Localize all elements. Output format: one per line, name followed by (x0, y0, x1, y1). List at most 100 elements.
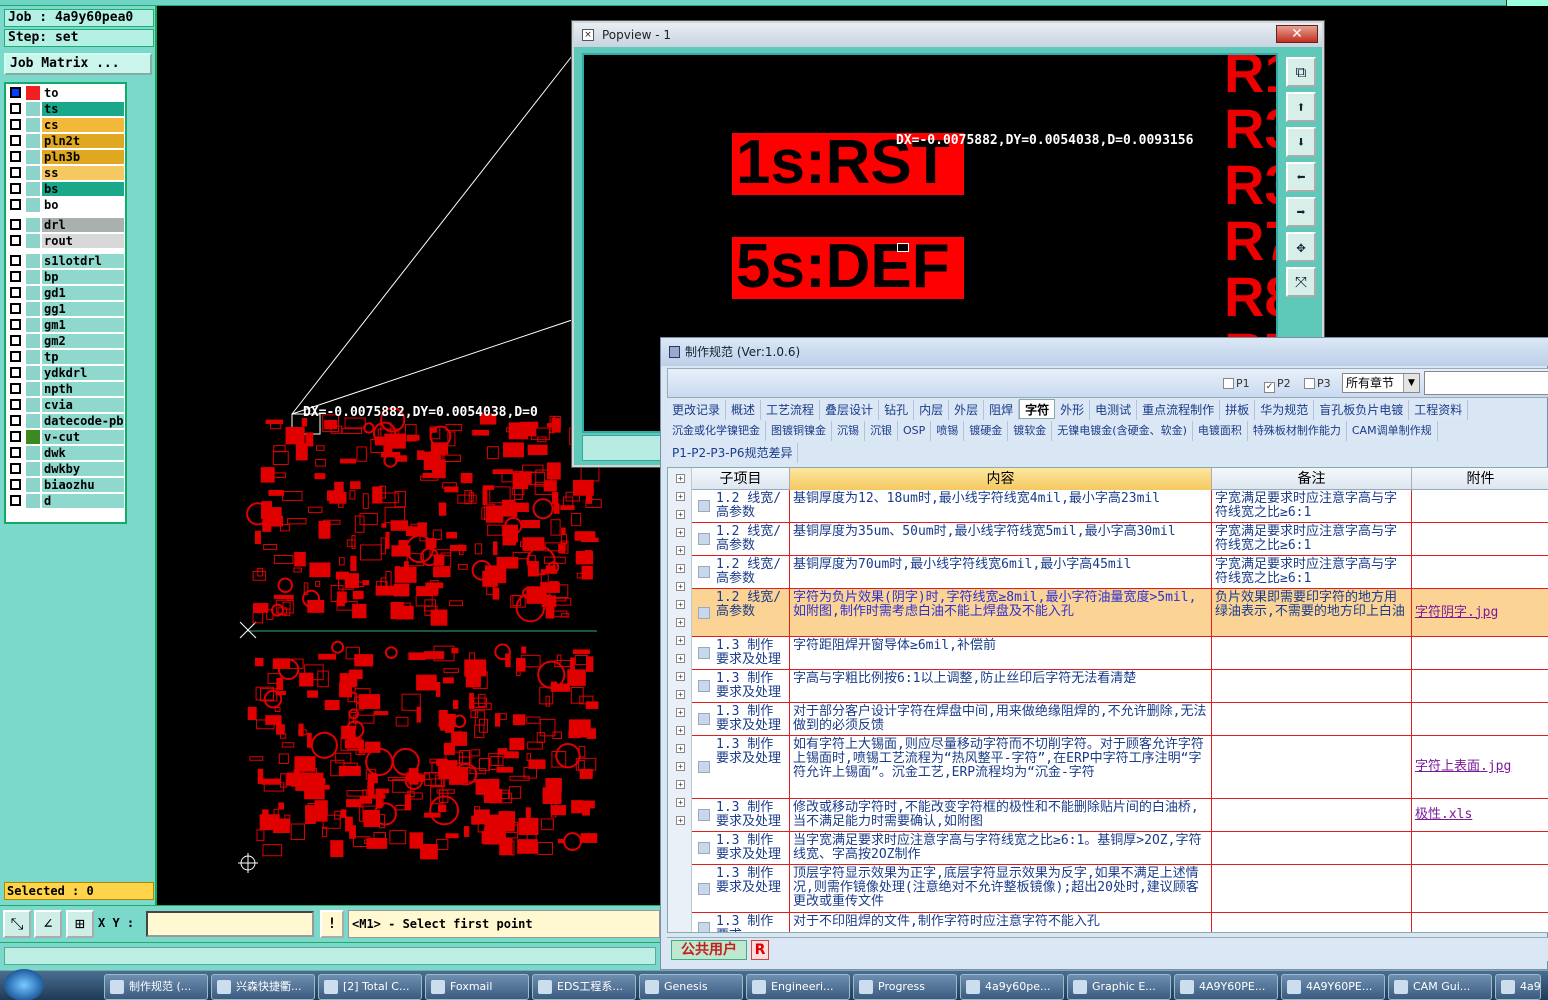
job-matrix-button[interactable]: Job Matrix ... (4, 53, 152, 75)
expand-icon[interactable]: + (676, 690, 685, 699)
tab-tabs_row2-0[interactable]: 沉金或化学镍钯金 (667, 421, 766, 441)
expand-icon[interactable]: + (676, 726, 685, 735)
taskbar-item[interactable]: 制作规范 (... (104, 974, 208, 1000)
p3-checkbox[interactable]: P3 (1304, 377, 1331, 390)
cell-attachment[interactable]: 极性.xls (1412, 799, 1548, 831)
tab-tabs_row1-1[interactable]: 概述 (726, 400, 762, 420)
layer-row[interactable]: v-cut (8, 430, 125, 444)
user-badge[interactable]: 公共用户 (671, 940, 747, 960)
tab-tabs_row1-10[interactable]: 电测试 (1090, 400, 1138, 420)
move-up-icon[interactable]: ⬆ (1286, 92, 1316, 122)
table-row[interactable]: 1.3 制作要求及处理 如有字符上大锡面,则应尽量移动字符而不切削字符。对于顾客允… (692, 736, 1548, 799)
close-icon[interactable]: ✕ (1276, 25, 1318, 43)
layer-row[interactable]: drl (8, 218, 125, 232)
tab-tabs_row2-11[interactable]: CAM调单制作规 (1346, 421, 1438, 441)
tab-tabs_row2-1[interactable]: 图镀铜镍金 (766, 421, 832, 441)
table-row[interactable]: 1.2 线宽/高参数 基铜厚度为70um时,最小线字符线宽6mil,最小字高45m… (692, 556, 1548, 589)
chapter-select[interactable]: 所有章节 ▼ (1342, 373, 1420, 393)
layer-checkbox[interactable] (10, 287, 21, 298)
expand-icon[interactable]: + (676, 762, 685, 771)
expand-icon[interactable]: + (676, 474, 685, 483)
layer-row[interactable]: gm1 (8, 318, 125, 332)
zoom-out-icon[interactable]: ⤧ (1286, 267, 1316, 297)
layer-row[interactable]: tp (8, 350, 125, 364)
layer-checkbox[interactable] (10, 367, 21, 378)
tab-tabs_row2-6[interactable]: 镀硬金 (964, 421, 1009, 441)
layer-checkbox[interactable] (10, 463, 21, 474)
tab-tabs_row1-5[interactable]: 内层 (914, 400, 950, 420)
taskbar-item[interactable]: 4a9y60pe... (960, 974, 1064, 1000)
layer-checkbox[interactable] (10, 183, 21, 194)
tab-tabs_row2-8[interactable]: 无镍电镀金(含硬金、软金) (1052, 421, 1193, 441)
table-row[interactable]: 1.2 线宽/高参数 字符为负片效果(阴字)时,字符线宽≥8mil,最小字符油量宽… (692, 589, 1548, 637)
move-right-icon[interactable]: ➡ (1286, 197, 1316, 227)
expand-icon[interactable]: + (676, 528, 685, 537)
table-row[interactable]: 1.3 制作要求及处理 字高与字粗比例按6:1以上调整,防止丝印后字符无法看清楚 (692, 670, 1548, 703)
taskbar-item[interactable]: 4A9Y60PE... (1174, 974, 1278, 1000)
tab-tabs_row1-11[interactable]: 重点流程制作 (1137, 400, 1221, 420)
tab-tabs_row1-2[interactable]: 工艺流程 (761, 400, 821, 420)
expand-icon[interactable]: + (676, 636, 685, 645)
layer-checkbox[interactable] (10, 351, 21, 362)
taskbar-item[interactable]: EDS工程系... (532, 974, 636, 1000)
header-sub[interactable]: 子项目 (692, 468, 790, 490)
taskbar-item[interactable]: Engineeri... (746, 974, 850, 1000)
taskbar-item[interactable]: 4a9y (1495, 974, 1541, 1000)
layer-row[interactable]: ss (8, 166, 125, 180)
table-row[interactable]: 1.3 制作要求及处理 顶层字符显示效果为正字,底层字符显示效果为反字,如果不满足… (692, 865, 1548, 913)
tab-tabs_row1-13[interactable]: 华为规范 (1255, 400, 1315, 420)
taskbar-item[interactable]: Genesis (639, 974, 743, 1000)
layer-row[interactable]: ydkdrl (8, 366, 125, 380)
layer-checkbox[interactable] (10, 103, 21, 114)
layer-row[interactable]: ts (8, 102, 125, 116)
tab-tabs_row2-9[interactable]: 电镀面积 (1192, 421, 1248, 441)
taskbar-item[interactable]: Progress (853, 974, 957, 1000)
header-attach[interactable]: 附件 (1412, 468, 1548, 490)
layer-row[interactable]: npth (8, 382, 125, 396)
search-input[interactable] (1424, 371, 1548, 395)
layer-row[interactable]: cs (8, 118, 125, 132)
taskbar-item[interactable]: 4A9Y60PE... (1281, 974, 1385, 1000)
table-row[interactable]: 1.2 线宽/高参数 基铜厚度为12、18um时,最小线字符线宽4mil,最小字高… (692, 490, 1548, 523)
layer-row[interactable]: gd1 (8, 286, 125, 300)
cell-attachment[interactable]: 字符阴字.jpg (1412, 589, 1548, 636)
tab-tabs_row1-4[interactable]: 钻孔 (879, 400, 915, 420)
tab-tabs_row1-7[interactable]: 阻焊 (984, 400, 1020, 420)
expand-icon[interactable]: + (676, 582, 685, 591)
measure-tool-icon[interactable]: ∠ (34, 910, 62, 938)
grid-snap-icon[interactable]: ⊞ (66, 910, 94, 938)
tab-tabs_row2-3[interactable]: 沉银 (865, 421, 898, 441)
layer-row[interactable]: bp (8, 270, 125, 284)
layer-checkbox[interactable] (10, 219, 21, 230)
layer-checkbox[interactable] (10, 235, 21, 246)
layer-row[interactable]: s1lotdrl (8, 254, 125, 268)
zoom-fit-icon[interactable]: ⧉ (1286, 57, 1316, 87)
layer-row[interactable]: gg1 (8, 302, 125, 316)
layer-checkbox[interactable] (10, 447, 21, 458)
start-button[interactable] (4, 969, 44, 1000)
tab-tabs_row3-0[interactable]: P1-P2-P3-P6规范差异 (667, 443, 799, 463)
layer-row[interactable]: to (8, 86, 125, 100)
layer-row[interactable]: pln2t (8, 134, 125, 148)
expand-icon[interactable]: + (676, 564, 685, 573)
layer-checkbox[interactable] (10, 319, 21, 330)
move-down-icon[interactable]: ⬇ (1286, 127, 1316, 157)
expand-icon[interactable]: + (676, 654, 685, 663)
expand-icon[interactable]: + (676, 816, 685, 825)
layer-checkbox[interactable] (10, 271, 21, 282)
layer-row[interactable]: cvia (8, 398, 125, 412)
tab-tabs_row1-15[interactable]: 工程资料 (1409, 400, 1469, 420)
tab-tabs_row1-12[interactable]: 拼板 (1220, 400, 1256, 420)
header-remark[interactable]: 备注 (1212, 468, 1412, 490)
taskbar-item[interactable]: [2] Total C... (318, 974, 422, 1000)
layer-checkbox[interactable] (10, 383, 21, 394)
tab-tabs_row1-6[interactable]: 外层 (949, 400, 985, 420)
taskbar-item[interactable]: Graphic E... (1067, 974, 1171, 1000)
taskbar-item[interactable]: Foxmail (425, 974, 529, 1000)
layer-checkbox[interactable] (10, 255, 21, 266)
expand-icon[interactable]: + (676, 618, 685, 627)
layer-checkbox[interactable] (10, 167, 21, 178)
table-row[interactable]: 1.3 制作要求对于不印阻焊的文件,制作字符时应注意字符不能入孔 (692, 913, 1548, 932)
tab-tabs_row1-0[interactable]: 更改记录 (667, 400, 727, 420)
layer-checkbox[interactable] (10, 87, 21, 98)
